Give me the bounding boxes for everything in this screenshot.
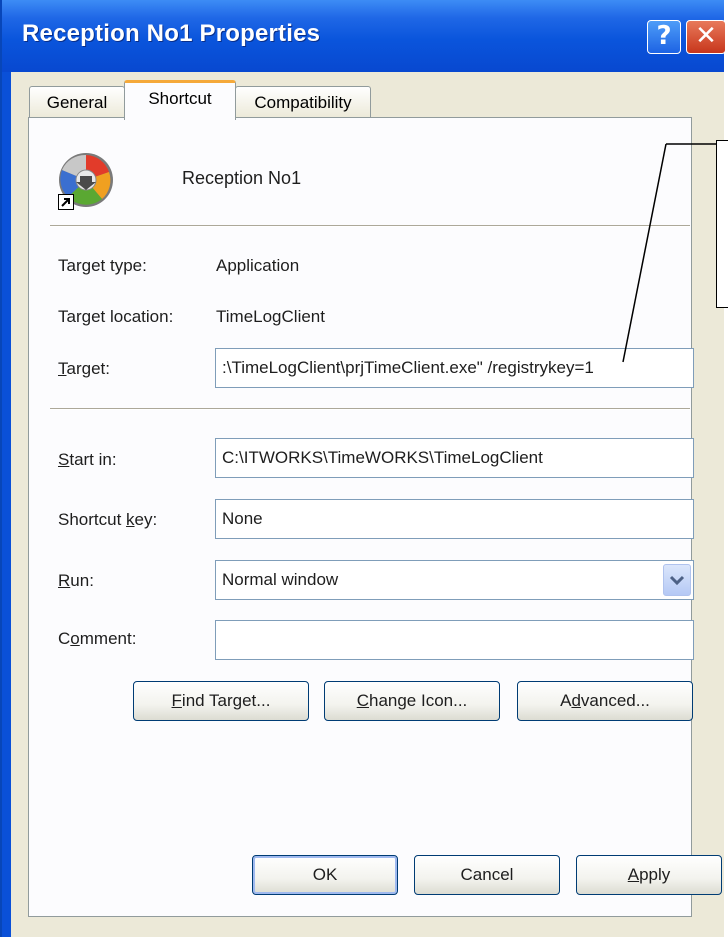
tab-shortcut[interactable]: Shortcut — [124, 80, 236, 120]
callout-leader-line — [622, 143, 717, 363]
tab-shortcut-label: Shortcut — [148, 89, 212, 108]
